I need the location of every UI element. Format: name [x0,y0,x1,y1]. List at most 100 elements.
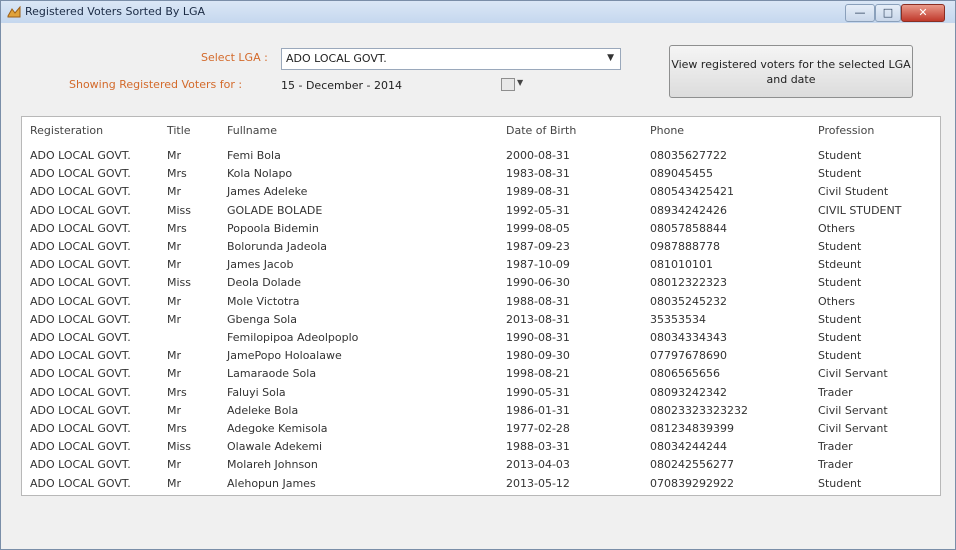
table-cell: ADO LOCAL GOVT. [30,440,131,454]
table-row[interactable]: ADO LOCAL GOVT. Mrs Popoola Bidemin 1999-08… [22,222,940,236]
table-cell: 1983-08-31 [506,167,570,181]
table-cell: Mrs [167,422,187,435]
table-cell: Student [818,167,862,181]
table-row[interactable]: ADO LOCAL GOVT. Mr Alehopun James 2013-05-1… [22,477,940,491]
table-cell: Trader [818,440,853,454]
column-header-registeration[interactable]: Registeration [30,124,103,137]
table-cell: James Jacob [227,258,294,272]
table-cell: 081234839399 [650,422,734,435]
table-row[interactable]: ADO LOCAL GOVT. Mr Adeleke Bola 1986-01-31 0… [22,404,940,418]
table-row[interactable]: ADO LOCAL GOVT. Mr Bolorunda Jadeola 1987-0… [22,240,940,254]
close-icon: ✕ [918,6,928,19]
table-cell: Femilopipoa Adeolpoplo [227,331,359,344]
table-cell: ADO LOCAL GOVT. [30,276,131,290]
table-cell: Others [818,221,855,235]
table-cell: 08057858844 [650,221,727,235]
table-cell: Adegoke Kemisola [227,422,328,435]
calendar-dropdown-icon[interactable]: ▼ [517,78,523,87]
table-cell: 08035627722 [650,149,727,162]
table-cell: ADO LOCAL GOVT. [30,349,131,363]
table-row[interactable]: ADO LOCAL GOVT. Mr Mole Victotra 1988-08-31… [22,295,940,309]
table-row[interactable]: ADO LOCAL GOVT. Mr Femi Bola 2000-08-31 0803… [22,149,940,163]
table-cell: 08023323323232 [650,403,748,417]
table-cell: ADO LOCAL GOVT. [30,312,131,326]
table-cell: Others [818,294,855,308]
table-cell: ADO LOCAL GOVT. [30,367,131,381]
table-cell: Student [818,476,862,490]
table-cell: Miss [167,203,192,217]
minimize-button[interactable]: — [845,4,875,22]
table-cell: Stdeunt [818,258,862,272]
column-header-phone[interactable]: Phone [650,124,684,137]
table-cell: Lamaraode Sola [227,367,317,381]
date-picker[interactable]: 15 - December - 2014 ▼ [279,75,523,95]
table-cell: 1998-08-21 [506,367,570,381]
table-cell: Miss [167,440,192,454]
calendar-icon[interactable] [501,78,515,91]
table-row[interactable]: ADO LOCAL GOVT. Mrs Faluyi Sola 1990-05-31 0… [22,386,940,400]
table-cell: Mr [167,240,182,253]
table-cell: 08012322323 [650,276,727,290]
table-row[interactable]: ADO LOCAL GOVT. Miss GOLADE BOLADE 1992-05-… [22,204,940,218]
table-row[interactable]: ADO LOCAL GOVT. Mrs Kola Nolapo 1983-08-31 0… [22,167,940,181]
table-cell: Mrs [167,221,187,235]
table-cell: Trader [818,458,853,472]
table-row[interactable]: ADO LOCAL GOVT. Mr JamePopo Holoalawe 1980-… [22,349,940,363]
table-row[interactable]: ADO LOCAL GOVT. Miss Olawale Adekemi 1988-0… [22,440,940,454]
column-header-fullname[interactable]: Fullname [227,124,277,137]
table-cell: Trader [818,385,853,399]
table-cell: Mr [167,458,182,472]
table-cell: Faluyi Sola [227,385,286,399]
table-cell: Alehopun James [227,476,316,490]
table-cell: Student [818,331,862,344]
voters-table[interactable]: Registeration Title Fullname Date of Bir… [21,116,941,496]
table-cell: Mr [167,476,182,490]
table-cell: 1988-03-31 [506,440,570,454]
table-cell: Civil Servant [818,367,888,381]
table-cell: 08093242342 [650,385,727,399]
title-bar[interactable]: Registered Voters Sorted By LGA — □ ✕ [1,1,955,23]
table-cell: 2013-04-03 [506,458,570,472]
table-row[interactable]: ADO LOCAL GOVT. Mr Gbenga Sola 2013-08-31 35… [22,313,940,327]
table-cell: ADO LOCAL GOVT. [30,458,131,472]
column-header-title[interactable]: Title [167,124,191,137]
close-button[interactable]: ✕ [901,4,945,22]
table-cell: 08034244244 [650,440,727,454]
status-area [1,497,955,549]
table-cell: 1977-02-28 [506,422,570,435]
view-voters-button[interactable]: View registered voters for the selected … [669,45,913,98]
table-cell: Mr [167,312,182,326]
table-cell: Gbenga Sola [227,312,297,326]
table-row[interactable]: ADO LOCAL GOVT. Mr Molareh Johnson 2013-04-… [22,458,940,472]
table-cell: Civil Student [818,185,889,199]
window-title: Registered Voters Sorted By LGA [25,5,206,18]
table-cell: Civil Servant [818,422,888,435]
table-row[interactable]: ADO LOCAL GOVT. Mr James Jacob 1987-10-09 08… [22,258,940,272]
table-cell: 070839292922 [650,476,734,490]
table-cell: ADO LOCAL GOVT. [30,185,131,199]
table-cell: 1989-08-31 [506,185,570,199]
table-row[interactable]: ADO LOCAL GOVT. Mr James Adeleke 1989-08-31… [22,185,940,199]
table-cell: 1987-09-23 [506,240,570,253]
table-cell: ADO LOCAL GOVT. [30,149,131,162]
column-header-date-of-birth[interactable]: Date of Birth [506,124,576,137]
table-cell: ADO LOCAL GOVT. [30,331,131,344]
table-row[interactable]: ADO LOCAL GOVT. Femilopipoa Adeolpoplo 199… [22,331,940,345]
table-cell: 080543425421 [650,185,734,199]
table-cell: 1987-10-09 [506,258,570,272]
table-cell: ADO LOCAL GOVT. [30,422,131,435]
table-cell: Mr [167,149,182,162]
table-cell: 1988-08-31 [506,294,570,308]
table-row[interactable]: ADO LOCAL GOVT. Mrs Adegoke Kemisola 1977-0… [22,422,940,436]
lga-select[interactable]: ADO LOCAL GOVT. ▼ [281,48,621,70]
table-row[interactable]: ADO LOCAL GOVT. Miss Deola Dolade 1990-06-3… [22,276,940,290]
main-window: Registered Voters Sorted By LGA — □ ✕ Se… [0,0,956,550]
table-cell: Miss [167,276,192,290]
maximize-button[interactable]: □ [875,4,901,22]
table-cell: Mr [167,294,182,308]
table-cell: 2013-08-31 [506,312,570,326]
table-row[interactable]: ADO LOCAL GOVT. Mr Lamaraode Sola 1998-08-2… [22,367,940,381]
chevron-down-icon[interactable]: ▼ [607,53,614,63]
table-cell: ADO LOCAL GOVT. [30,294,131,308]
column-header-profession[interactable]: Profession [818,124,874,137]
